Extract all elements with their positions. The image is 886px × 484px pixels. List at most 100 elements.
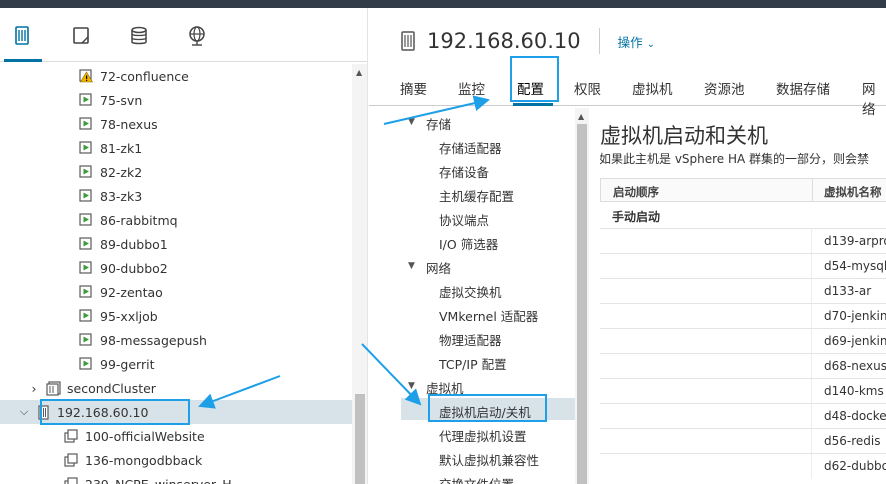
menu-item[interactable]: I/O 筛选器	[439, 234, 498, 253]
menu-item[interactable]: 协议端点	[439, 210, 489, 229]
tab-7[interactable]: 数据存储	[776, 78, 830, 98]
tree-item-vm[interactable]: 75-svn	[0, 88, 352, 112]
vms-and-templates-icon[interactable]	[70, 24, 94, 48]
table-row[interactable]: d48-docke	[600, 403, 886, 429]
menu-item[interactable]: 主机缓存配置	[439, 186, 514, 205]
table-row[interactable]: d133-ar	[600, 278, 886, 304]
tree-item-label: 90-dubbo2	[100, 260, 168, 276]
tree-item-label: 89-dubbo1	[100, 236, 168, 252]
column-divider	[811, 354, 812, 379]
tree-item-cluster[interactable]: › secondCluster	[0, 376, 352, 400]
menu-item[interactable]: 代理虚拟机设置	[439, 426, 527, 445]
top-bar	[0, 0, 886, 8]
menu-group-label: 存储	[426, 117, 452, 132]
table-row[interactable]: d54-mysql	[600, 253, 886, 279]
vm-powered-on-icon	[79, 188, 92, 202]
table-row[interactable]: d69-jenkin	[600, 328, 886, 354]
tree-item-vm[interactable]: 78-nexus	[0, 112, 352, 136]
group-label-manual-startup: 手动启动	[612, 210, 661, 224]
table-row[interactable]: d62-dubbo	[600, 453, 886, 479]
column-divider	[811, 379, 812, 404]
tree-item-vm[interactable]: 86-rabbitmq	[0, 208, 352, 232]
scrollbar-thumb[interactable]	[577, 124, 587, 484]
grid-header: 启动顺序 虚拟机名称	[600, 178, 886, 202]
vm-name-cell: d54-mysql	[824, 259, 886, 273]
column-divider	[811, 304, 812, 329]
menu-group-label: 网络	[426, 261, 452, 276]
vm-name-cell: d133-ar	[824, 284, 872, 298]
vm-powered-on-icon	[79, 92, 92, 106]
networking-icon[interactable]	[185, 24, 209, 48]
annotation-box-startup-shutdown	[428, 394, 547, 422]
table-row[interactable]: d68-nexus	[600, 353, 886, 379]
tab-6[interactable]: 资源池	[704, 78, 745, 98]
tab-5[interactable]: 虚拟机	[632, 78, 673, 98]
menu-item[interactable]: 默认虚拟机兼容性	[439, 450, 539, 469]
menu-item[interactable]: 虚拟交换机	[439, 282, 502, 301]
tree-item-label: 239_NCPE_winserver_H	[85, 476, 232, 484]
tab-2[interactable]: 监控	[458, 78, 485, 98]
table-row[interactable]: d140-kms	[600, 378, 886, 404]
tree-item-vm[interactable]: 83-zk3	[0, 184, 352, 208]
column-header-startup-order[interactable]: 启动顺序	[613, 184, 659, 200]
tree-item-label: secondCluster	[67, 380, 156, 396]
configure-menu-scrollbar[interactable]: ▲	[575, 108, 589, 484]
vm-name-cell: d139-arpro	[824, 234, 886, 248]
menu-item[interactable]: VMkernel 适配器	[439, 306, 538, 325]
collapse-triangle-icon[interactable]: ▼	[408, 261, 415, 271]
table-row[interactable]: d70-jenkin	[600, 303, 886, 329]
chevron-right-icon[interactable]: ›	[28, 381, 40, 396]
menu-group[interactable]: ▼ 存储	[408, 114, 452, 133]
menu-item[interactable]: 存储设备	[439, 162, 489, 181]
tree-item-vm[interactable]: 99-gerrit	[0, 352, 352, 376]
tree-item-vm[interactable]: 136-mongodbback	[0, 448, 352, 472]
vm-powered-on-icon	[79, 236, 92, 250]
actions-menu-button[interactable]: 操作 ⌄	[618, 32, 655, 51]
tree-item-label: 83-zk3	[100, 188, 143, 204]
tree-item-vm[interactable]: 89-dubbo1	[0, 232, 352, 256]
tree-item-vm[interactable]: 100-officialWebsite	[0, 424, 352, 448]
column-header-vm-name[interactable]: 虚拟机名称	[824, 184, 882, 200]
menu-group[interactable]: ▼ 网络	[408, 258, 452, 277]
tree-item-vm[interactable]: 72-confluence	[0, 64, 352, 88]
table-row[interactable]: d139-arpro	[600, 228, 886, 254]
active-tab-indicator	[513, 103, 553, 106]
scroll-up-icon[interactable]: ▲	[578, 112, 584, 121]
menu-item[interactable]: TCP/IP 配置	[439, 354, 507, 373]
collapse-triangle-icon[interactable]: ▼	[408, 117, 415, 127]
tree-item-vm[interactable]: 81-zk1	[0, 136, 352, 160]
vm-name-cell: d70-jenkin	[824, 309, 886, 323]
vm-powered-on-icon	[79, 116, 92, 130]
hosts-and-clusters-icon[interactable]	[11, 24, 35, 48]
tree-item-vm[interactable]: 95-xxljob	[0, 304, 352, 328]
tree-item-vm[interactable]: 92-zentao	[0, 280, 352, 304]
vm-name-cell: d68-nexus	[824, 359, 886, 373]
tree-item-vm[interactable]: 82-zk2	[0, 160, 352, 184]
collapse-triangle-icon[interactable]: ▼	[408, 381, 415, 391]
tree-item-label: 95-xxljob	[100, 308, 158, 324]
storage-icon[interactable]	[127, 24, 151, 48]
startup-shutdown-content: 虚拟机启动和关机 如果此主机是 vSphere HA 群集的一部分，则会禁 启动…	[600, 108, 886, 484]
chevron-down-icon[interactable]: ⌵	[18, 405, 30, 419]
table-row[interactable]: d56-redis	[600, 428, 886, 454]
tree-item-label: 75-svn	[100, 92, 143, 108]
column-divider	[811, 429, 812, 454]
tree-item-vm[interactable]: 98-messagepush	[0, 328, 352, 352]
scrollbar-thumb[interactable]	[355, 394, 365, 484]
vm-powered-off-icon	[64, 428, 78, 443]
tab-4[interactable]: 权限	[574, 78, 601, 98]
tree-item-vm[interactable]: 239_NCPE_winserver_H	[0, 472, 352, 484]
menu-item[interactable]: 存储适配器	[439, 138, 502, 157]
tree-item-label: 98-messagepush	[100, 332, 207, 348]
chevron-down-icon: ⌄	[646, 38, 656, 50]
tree-item-vm[interactable]: 90-dubbo2	[0, 256, 352, 280]
tab-1[interactable]: 摘要	[400, 78, 427, 98]
header-divider	[598, 28, 600, 54]
menu-item[interactable]: 物理适配器	[439, 330, 502, 349]
scroll-up-icon[interactable]: ▲	[356, 68, 362, 77]
vm-warning-icon	[79, 68, 94, 82]
menu-item[interactable]: 交换文件位置	[439, 474, 514, 484]
vm-powered-on-icon	[79, 212, 92, 226]
navigator-scrollbar[interactable]: ▲	[352, 64, 367, 484]
vm-name-cell: d56-redis	[824, 434, 881, 448]
